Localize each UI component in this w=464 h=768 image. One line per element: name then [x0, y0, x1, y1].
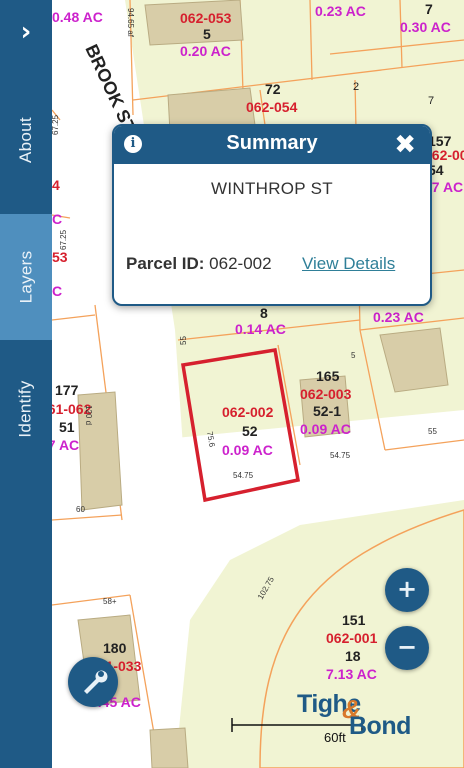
dimension-label: 55 [179, 336, 188, 345]
area-label: 7.13 AC [326, 666, 377, 682]
parcel-number-label: 52-1 [313, 403, 341, 419]
tab-identify-label: Identify [16, 380, 35, 438]
edge-label: 53 [52, 249, 68, 265]
tab-about-label: About [16, 117, 35, 163]
tools-button[interactable] [68, 657, 118, 707]
edge-label: C [52, 283, 62, 299]
parcel-number-label: 7 [428, 95, 434, 107]
tighe-bond-logo: Tighe & Bond [297, 690, 415, 740]
dimension-label: 58+ [103, 597, 117, 606]
parcel-id-label: Parcel ID: [126, 254, 205, 273]
dimension-label: 5 [351, 351, 356, 360]
popup-street-name: WINTHROP ST [211, 179, 333, 198]
area-label: 0.09 AC [300, 421, 351, 437]
popup-header: i Summary ✖ [114, 126, 430, 164]
tab-layers-label: Layers [16, 250, 36, 304]
parcel-number-label: 177 [55, 382, 79, 398]
scale-label: 60ft [324, 730, 346, 745]
parcel-number-label: 52 [242, 423, 258, 439]
parcel-id-label: 062-001 [326, 630, 378, 646]
area-label: 0.20 AC [180, 43, 231, 59]
zoom-in-button[interactable]: + [385, 568, 429, 612]
dimension-label: 94.65 af [126, 8, 135, 38]
parcel-id-label: 062-054 [246, 99, 298, 115]
area-label: 0.14 AC [235, 321, 286, 337]
parcel-number-label: 72 [265, 81, 281, 97]
area-label: 0.48 AC [52, 9, 103, 25]
area-label: 0.30 AC [400, 19, 451, 35]
dimension-label: 67.25 [59, 229, 68, 250]
zoom-out-button[interactable]: − [385, 626, 429, 670]
sidebar: › About Layers Identify [0, 0, 52, 768]
area-label: 0.23 AC [315, 3, 366, 19]
popup-title: Summary [226, 132, 318, 154]
tab-identify[interactable]: Identify [0, 344, 52, 474]
dimension-label: 55 [428, 427, 437, 436]
sidebar-toggle-button[interactable]: › [0, 0, 52, 64]
popup-parcel-id: Parcel ID: 062-002 [126, 254, 272, 274]
close-icon[interactable]: ✖ [394, 130, 416, 160]
dimension-label: 60 [76, 505, 85, 514]
wrench-icon [84, 670, 108, 694]
parcel-number-label: 51 [59, 419, 75, 435]
parcel-number-label: 180 [103, 640, 127, 656]
dimension-label: 54.75 [330, 451, 351, 460]
parcel-number-label: 5 [203, 26, 211, 42]
parcel-id-value: 062-002 [209, 254, 272, 273]
dimension-label: 120 d [84, 405, 93, 425]
parcel-id-label: 062-002 [222, 404, 274, 420]
dimension-label: 67.25 [51, 114, 60, 135]
area-label: 0.09 AC [222, 442, 273, 458]
parcel-number-label: 8 [260, 305, 268, 321]
parcel-number-label: 7 [425, 1, 433, 17]
tab-about[interactable]: About [0, 70, 52, 210]
tab-layers[interactable]: Layers [0, 214, 52, 340]
parcel-number-label: 151 [342, 612, 366, 628]
parcel-number-label: 165 [316, 368, 340, 384]
summary-popup: i Summary ✖ WINTHROP ST Parcel ID: 062-0… [112, 124, 432, 306]
parcel-id-label: 062-053 [180, 10, 232, 26]
dimension-label: 54.75 [233, 471, 254, 480]
area-label: 0.23 AC [373, 309, 424, 325]
parcel-number-label: 2 [353, 81, 359, 93]
parcel-id-label: 062-003 [300, 386, 352, 402]
view-details-link[interactable]: View Details [302, 254, 395, 274]
edge-label: C [52, 211, 62, 227]
edge-label: 4 [52, 177, 60, 193]
parcel-number-label: 18 [345, 648, 361, 664]
logo-word-bond: Bond [349, 712, 411, 740]
